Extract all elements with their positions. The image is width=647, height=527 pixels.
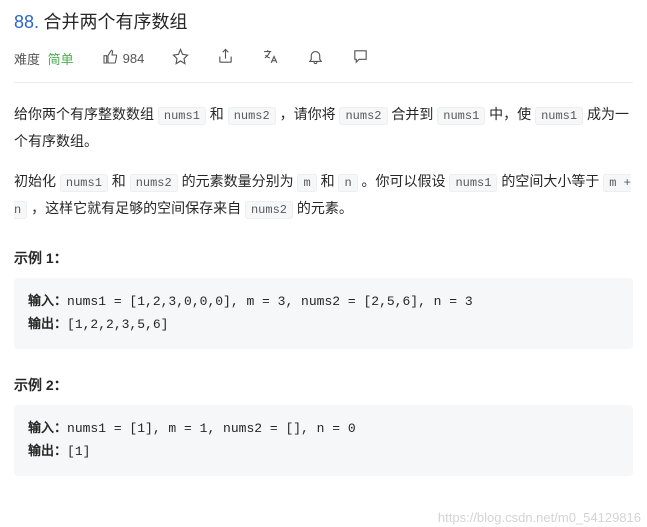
notify-button[interactable] bbox=[307, 48, 324, 68]
problem-number: 88. bbox=[14, 12, 39, 32]
example-2-output: [1] bbox=[67, 444, 90, 459]
output-label: 输出： bbox=[28, 317, 67, 332]
thumbs-up-icon bbox=[102, 49, 118, 68]
bell-icon bbox=[307, 48, 324, 68]
example-1-input: nums1 = [1,2,3,0,0,0], m = 3, nums2 = [2… bbox=[67, 294, 473, 309]
code-nums1: nums1 bbox=[158, 107, 206, 125]
output-label: 输出： bbox=[28, 444, 67, 459]
difficulty-value: 简单 bbox=[48, 52, 74, 67]
description-p1: 给你两个有序整数数组 nums1 和 nums2 ，请你将 nums2 合并到 … bbox=[14, 101, 633, 154]
code-n: n bbox=[338, 174, 357, 192]
example-2-heading: 示例 2： bbox=[14, 375, 633, 395]
code-nums1: nums1 bbox=[449, 174, 497, 192]
likes-button[interactable]: 984 bbox=[102, 49, 145, 68]
example-1-output: [1,2,2,3,5,6] bbox=[67, 317, 168, 332]
share-icon bbox=[217, 48, 234, 68]
favorite-button[interactable] bbox=[172, 48, 189, 68]
problem-name: 合并两个有序数组 bbox=[43, 12, 187, 32]
code-nums1: nums1 bbox=[535, 107, 583, 125]
difficulty-label: 难度 bbox=[14, 52, 40, 67]
translate-icon bbox=[262, 48, 279, 68]
example-2-input: nums1 = [1], m = 1, nums2 = [], n = 0 bbox=[67, 421, 356, 436]
description-p2: 初始化 nums1 和 nums2 的元素数量分别为 m 和 n 。你可以假设 … bbox=[14, 168, 633, 222]
code-m: m bbox=[297, 174, 316, 192]
divider bbox=[14, 82, 633, 83]
example-1-block: 输入：nums1 = [1,2,3,0,0,0], m = 3, nums2 =… bbox=[14, 278, 633, 349]
input-label: 输入： bbox=[28, 294, 67, 309]
share-button[interactable] bbox=[217, 48, 234, 68]
problem-page: 88. 合并两个有序数组 难度 简单 984 bbox=[0, 0, 647, 488]
meta-row: 难度 简单 984 bbox=[14, 48, 633, 68]
star-icon bbox=[172, 48, 189, 68]
feedback-icon bbox=[352, 48, 369, 68]
problem-title: 88. 合并两个有序数组 bbox=[14, 8, 633, 34]
input-label: 输入： bbox=[28, 421, 67, 436]
example-2-block: 输入：nums1 = [1], m = 1, nums2 = [], n = 0… bbox=[14, 405, 633, 476]
watermark: https://blog.csdn.net/m0_54129816 bbox=[438, 510, 641, 525]
code-nums2: nums2 bbox=[245, 201, 293, 219]
code-nums2: nums2 bbox=[339, 107, 387, 125]
likes-count: 984 bbox=[123, 51, 145, 66]
code-nums2: nums2 bbox=[228, 107, 276, 125]
code-nums2: nums2 bbox=[130, 174, 178, 192]
code-nums1: nums1 bbox=[437, 107, 485, 125]
example-1-heading: 示例 1： bbox=[14, 248, 633, 268]
code-nums1: nums1 bbox=[60, 174, 108, 192]
difficulty: 难度 简单 bbox=[14, 49, 74, 68]
translate-button[interactable] bbox=[262, 48, 279, 68]
feedback-button[interactable] bbox=[352, 48, 369, 68]
